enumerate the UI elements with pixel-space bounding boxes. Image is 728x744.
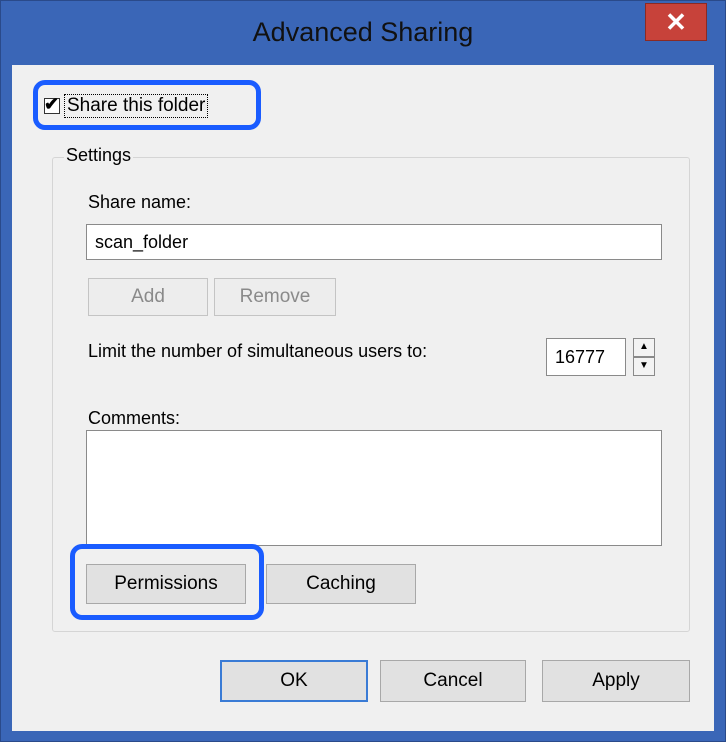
chevron-up-icon: ▲ bbox=[639, 341, 649, 352]
title-bar[interactable]: Advanced Sharing ✕ bbox=[9, 3, 717, 65]
permissions-button[interactable]: Permissions bbox=[86, 564, 246, 604]
share-this-folder-checkbox[interactable]: ✔ Share this folder bbox=[44, 94, 209, 118]
apply-button[interactable]: Apply bbox=[542, 660, 690, 702]
share-name-input[interactable]: scan_folder bbox=[86, 224, 662, 260]
comments-label: Comments: bbox=[88, 408, 181, 428]
share-this-folder-label: Share this folder bbox=[64, 94, 209, 118]
caching-button[interactable]: Caching bbox=[266, 564, 416, 604]
share-name-label: Share name: bbox=[88, 192, 192, 212]
spin-up-button[interactable]: ▲ bbox=[633, 338, 655, 357]
comments-textarea[interactable] bbox=[86, 430, 662, 546]
cancel-button[interactable]: Cancel bbox=[380, 660, 526, 702]
settings-group-label: Settings bbox=[64, 145, 134, 166]
close-button[interactable]: ✕ bbox=[645, 3, 707, 41]
close-icon: ✕ bbox=[665, 7, 687, 37]
ok-button[interactable]: OK bbox=[220, 660, 368, 702]
remove-button[interactable]: Remove bbox=[214, 278, 336, 316]
chevron-down-icon: ▼ bbox=[639, 360, 649, 371]
limit-users-input[interactable]: 16777 bbox=[546, 338, 626, 376]
spin-down-button[interactable]: ▼ bbox=[633, 357, 655, 376]
add-button[interactable]: Add bbox=[88, 278, 208, 316]
limit-users-label: Limit the number of simultaneous users t… bbox=[88, 341, 428, 361]
window-title: Advanced Sharing bbox=[252, 17, 474, 47]
checkmark-icon: ✔ bbox=[44, 94, 60, 114]
checkbox-box[interactable]: ✔ bbox=[44, 94, 60, 114]
